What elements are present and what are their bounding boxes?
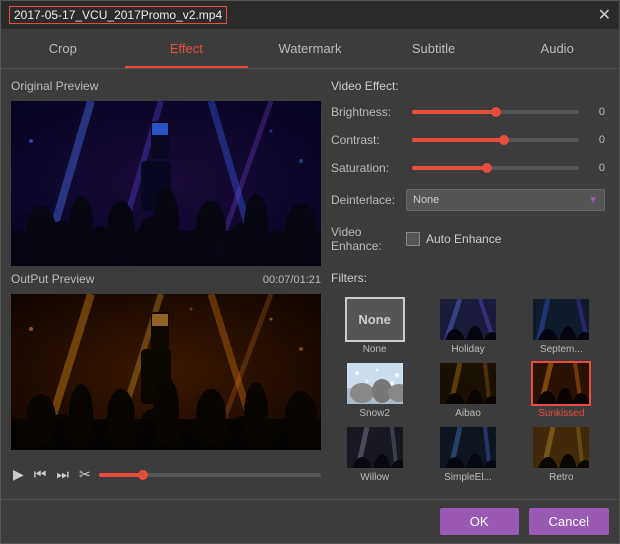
progress-track[interactable] bbox=[99, 473, 321, 477]
filter-sunkissed-thumb bbox=[531, 361, 591, 406]
brightness-thumb bbox=[491, 107, 501, 117]
filter-willow-label: Willow bbox=[360, 472, 389, 483]
cancel-button[interactable]: Cancel bbox=[529, 508, 609, 535]
saturation-label: Saturation: bbox=[331, 161, 406, 175]
tab-bar: Crop Effect Watermark Subtitle Audio bbox=[1, 29, 619, 69]
video-effect-title: Video Effect: bbox=[331, 79, 605, 93]
deinterlace-label: Deinterlace: bbox=[331, 193, 406, 207]
filter-retro-label: Retro bbox=[549, 472, 573, 483]
select-arrow-icon: ▼ bbox=[588, 195, 598, 206]
filter-september-thumb bbox=[531, 297, 591, 342]
filter-none-thumb: None bbox=[345, 297, 405, 342]
saturation-slider[interactable] bbox=[412, 166, 579, 170]
saturation-thumb bbox=[482, 163, 492, 173]
bottom-bar: OK Cancel bbox=[1, 499, 619, 543]
original-preview bbox=[11, 101, 321, 266]
tab-effect[interactable]: Effect bbox=[125, 29, 249, 68]
filter-sunkissed-label: Sunkissed bbox=[538, 408, 584, 419]
brightness-value: 0 bbox=[585, 106, 605, 118]
filter-september[interactable]: Septem... bbox=[518, 297, 605, 355]
brightness-row: Brightness: 0 bbox=[331, 105, 605, 119]
filter-aibao-thumb bbox=[438, 361, 498, 406]
cut-button[interactable]: ✂ bbox=[77, 464, 93, 485]
original-preview-label: Original Preview bbox=[11, 79, 321, 93]
ok-button[interactable]: OK bbox=[440, 508, 519, 535]
saturation-value: 0 bbox=[585, 162, 605, 174]
main-window: 2017-05-17_VCU_2017Promo_v2.mp4 ✕ Crop E… bbox=[0, 0, 620, 544]
filter-simpleel-thumb bbox=[438, 425, 498, 470]
title-bar: 2017-05-17_VCU_2017Promo_v2.mp4 ✕ bbox=[1, 1, 619, 29]
contrast-fill bbox=[412, 138, 504, 142]
filter-snow2-thumb bbox=[345, 361, 405, 406]
filter-retro[interactable]: Retro bbox=[518, 425, 605, 483]
output-header: OutPut Preview 00:07/01:21 bbox=[11, 272, 321, 288]
progress-fill bbox=[99, 473, 143, 477]
brightness-slider[interactable] bbox=[412, 110, 579, 114]
main-content: Original Preview bbox=[1, 69, 619, 499]
filter-willow[interactable]: Willow bbox=[331, 425, 418, 483]
output-time: 00:07/01:21 bbox=[263, 274, 321, 286]
filter-snow2[interactable]: Snow2 bbox=[331, 361, 418, 419]
contrast-slider[interactable] bbox=[412, 138, 579, 142]
brightness-label: Brightness: bbox=[331, 105, 406, 119]
enhance-row: Video Enhance: Auto Enhance bbox=[331, 225, 605, 253]
filters-grid: None None bbox=[331, 297, 605, 483]
contrast-thumb bbox=[499, 135, 509, 145]
contrast-value: 0 bbox=[585, 134, 605, 146]
play-button[interactable]: ▶ bbox=[11, 464, 26, 485]
contrast-row: Contrast: 0 bbox=[331, 133, 605, 147]
filter-simpleel[interactable]: SimpleEl... bbox=[424, 425, 511, 483]
filter-september-label: Septem... bbox=[540, 344, 583, 355]
filter-holiday-label: Holiday bbox=[451, 344, 484, 355]
filter-simpleel-label: SimpleEl... bbox=[444, 472, 492, 483]
contrast-label: Contrast: bbox=[331, 133, 406, 147]
close-button[interactable]: ✕ bbox=[598, 5, 611, 25]
tab-audio[interactable]: Audio bbox=[495, 29, 619, 68]
enhance-label: Video Enhance: bbox=[331, 225, 406, 253]
playback-controls: ▶ ⏮ ⏭ ✂ bbox=[11, 460, 321, 489]
saturation-fill bbox=[412, 166, 487, 170]
window-title: 2017-05-17_VCU_2017Promo_v2.mp4 bbox=[9, 6, 227, 24]
left-panel: Original Preview bbox=[11, 79, 321, 489]
filter-holiday[interactable]: Holiday bbox=[424, 297, 511, 355]
prev-button[interactable]: ⏮ bbox=[32, 464, 49, 485]
deinterlace-row: Deinterlace: None ▼ bbox=[331, 189, 605, 211]
tab-crop[interactable]: Crop bbox=[1, 29, 125, 68]
next-button[interactable]: ⏭ bbox=[54, 464, 71, 485]
filter-aibao-label: Aibao bbox=[455, 408, 481, 419]
filter-none-label: None bbox=[363, 344, 387, 355]
progress-thumb bbox=[138, 470, 148, 480]
filter-holiday-thumb bbox=[438, 297, 498, 342]
output-preview bbox=[11, 294, 321, 450]
auto-enhance-label: Auto Enhance bbox=[426, 232, 501, 246]
output-preview-label: OutPut Preview bbox=[11, 272, 94, 286]
tab-subtitle[interactable]: Subtitle bbox=[372, 29, 496, 68]
filter-none[interactable]: None None bbox=[331, 297, 418, 355]
filters-title: Filters: bbox=[331, 271, 605, 285]
filter-snow2-label: Snow2 bbox=[359, 408, 390, 419]
right-panel: Video Effect: Brightness: 0 Contrast: bbox=[331, 79, 609, 489]
filter-aibao[interactable]: Aibao bbox=[424, 361, 511, 419]
filter-retro-thumb bbox=[531, 425, 591, 470]
deinterlace-select[interactable]: None ▼ bbox=[406, 189, 605, 211]
filter-willow-thumb bbox=[345, 425, 405, 470]
saturation-row: Saturation: 0 bbox=[331, 161, 605, 175]
tab-watermark[interactable]: Watermark bbox=[248, 29, 372, 68]
auto-enhance-checkbox[interactable] bbox=[406, 232, 420, 246]
brightness-fill bbox=[412, 110, 496, 114]
filter-sunkissed[interactable]: Sunkissed bbox=[518, 361, 605, 419]
